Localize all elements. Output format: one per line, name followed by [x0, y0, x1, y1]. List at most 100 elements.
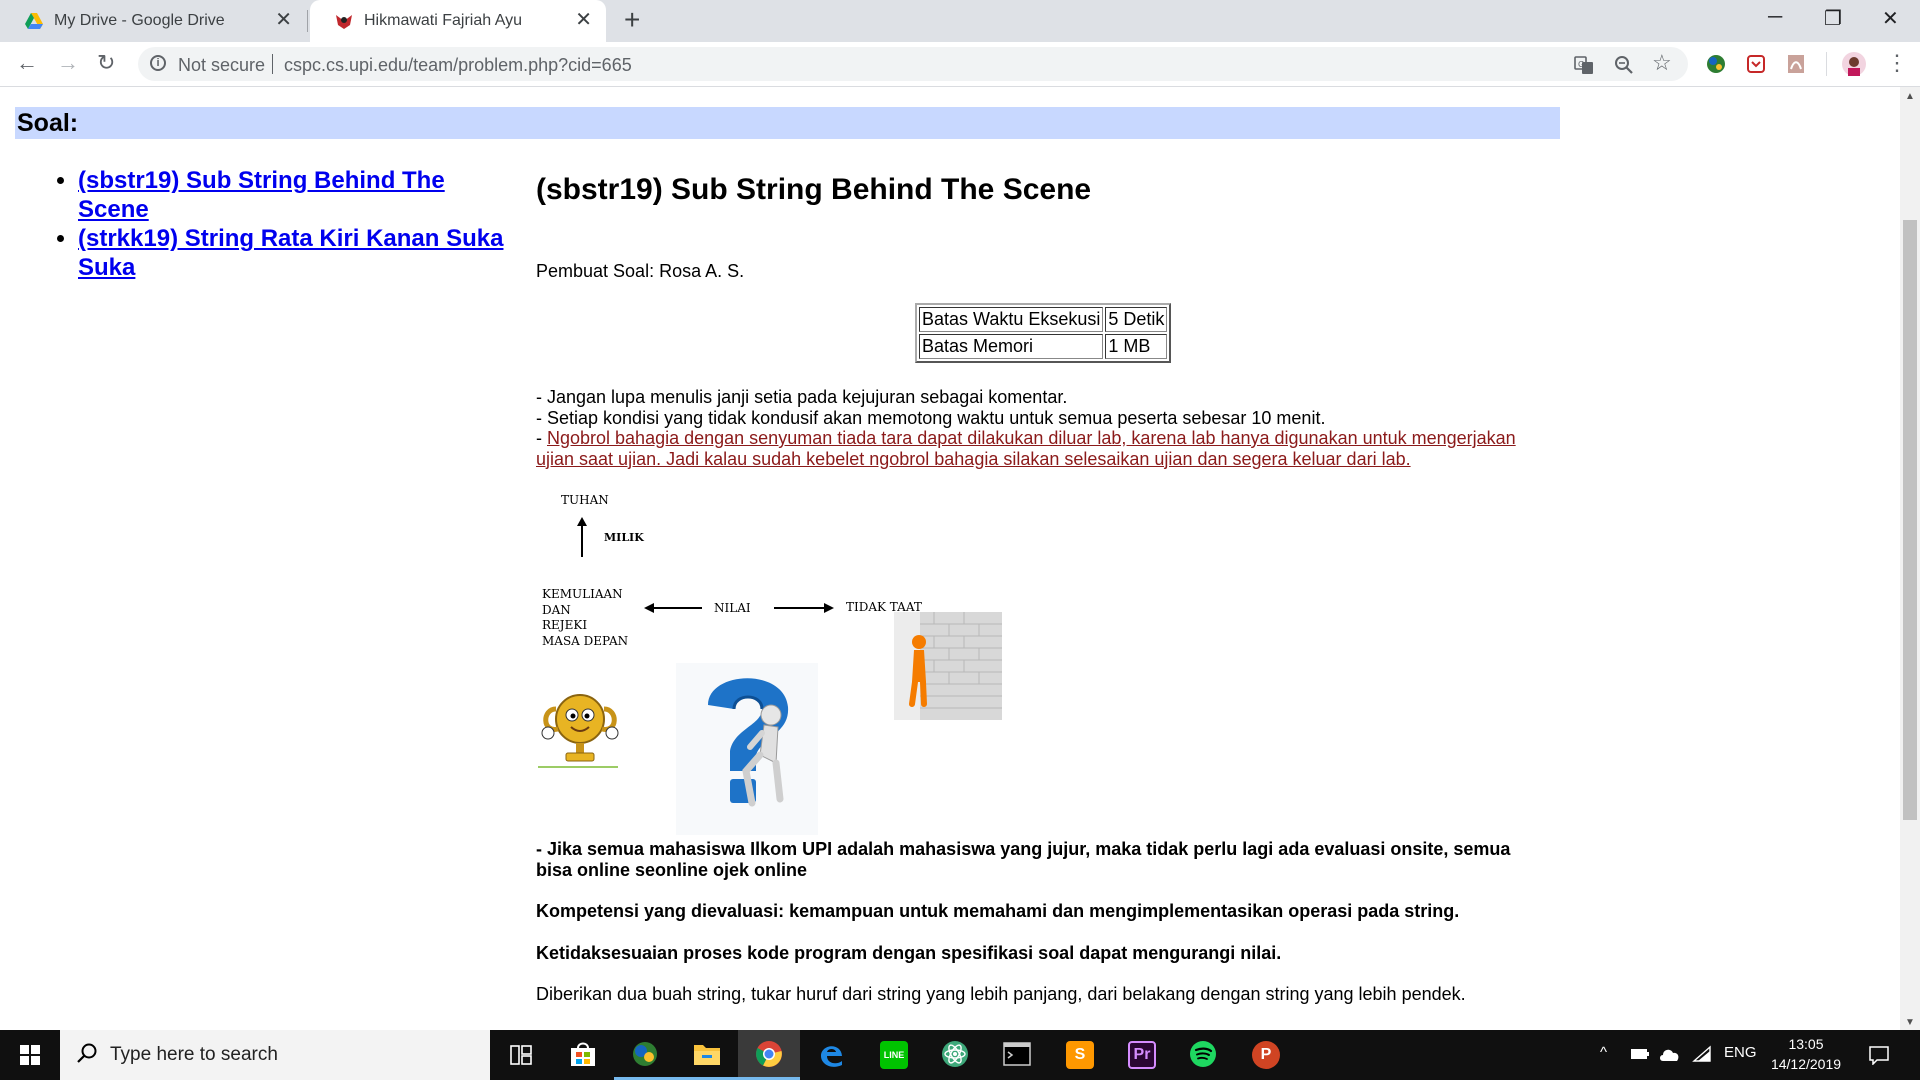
photos-icon	[633, 1042, 657, 1066]
arrow-up-icon	[577, 517, 587, 557]
taskbar-app-atom[interactable]	[924, 1030, 986, 1080]
trophy-image	[538, 694, 619, 768]
taskbar-app-chrome[interactable]	[738, 1030, 800, 1080]
values-illustration: TUHAN MILIK KEMULIAAN DAN REJEKI MASA DE…	[536, 493, 1016, 835]
soal-header-bar: Soal:	[15, 107, 1560, 139]
arrow-left-icon	[644, 603, 702, 613]
limit-label: Batas Memori	[919, 334, 1104, 359]
translate-icon[interactable]: G	[1574, 55, 1594, 75]
google-drive-icon	[25, 13, 43, 29]
spotify-icon	[1190, 1041, 1216, 1067]
line-icon: LINE	[880, 1041, 908, 1069]
taskbar-app-photos[interactable]	[614, 1030, 676, 1080]
task-view-button[interactable]	[490, 1030, 552, 1080]
paragraph-competency: Kompetensi yang dievaluasi: kemampuan un…	[536, 901, 1460, 921]
taskbar-app-sublime[interactable]: S	[1048, 1030, 1110, 1080]
forward-button[interactable]: →	[57, 51, 79, 75]
question-mark-image	[676, 663, 818, 835]
rule-link[interactable]: Ngobrol bahagia dengan senyuman tiada ta…	[536, 428, 1516, 469]
back-button[interactable]: ←	[16, 51, 38, 75]
limits-table: Batas Waktu Eksekusi 5 Detik Batas Memor…	[915, 303, 1172, 363]
language-indicator[interactable]: ENG	[1724, 1044, 1757, 1061]
arrow-right-icon	[774, 603, 834, 613]
tab-separator	[307, 10, 308, 32]
premiere-pro-icon: Pr	[1128, 1041, 1156, 1069]
reload-button[interactable]: ↻	[97, 51, 115, 75]
taskbar-app-edge[interactable]	[800, 1030, 862, 1080]
battery-icon[interactable]	[1630, 1047, 1650, 1061]
taskbar-app-store[interactable]	[552, 1030, 614, 1080]
close-window-button[interactable]: ✕	[1882, 6, 1899, 31]
limit-value: 1 MB	[1105, 334, 1168, 359]
limit-label: Batas Waktu Eksekusi	[919, 307, 1104, 332]
pdf-extension-icon[interactable]	[1786, 54, 1806, 74]
problem-link-sbstr19[interactable]: (sbstr19) Sub String Behind The Scene	[78, 167, 445, 223]
address-bar[interactable]: i Not secure cspc.cs.upi.edu/team/proble…	[138, 47, 1688, 81]
microsoft-store-icon	[571, 1042, 595, 1066]
toolbar-divider	[1826, 52, 1827, 76]
profile-avatar[interactable]	[1842, 52, 1866, 76]
diagram-text-line: REJEKI	[542, 618, 588, 632]
windows-logo-icon	[20, 1045, 40, 1065]
new-tab-button[interactable]: +	[624, 6, 640, 34]
scroll-up-icon[interactable]: ▲	[1905, 91, 1915, 102]
problem-list-item: (strkk19) String Rata Kiri Kanan Suka Su…	[78, 224, 518, 282]
pocket-extension-icon[interactable]	[1746, 54, 1766, 74]
soal-header-title: Soal:	[17, 109, 79, 137]
powerpoint-icon: P	[1252, 1041, 1280, 1069]
taskbar-app-powerpoint[interactable]: P	[1234, 1030, 1296, 1080]
browser-menu-button[interactable]: ⋮	[1886, 51, 1908, 75]
wifi-icon[interactable]	[1692, 1045, 1712, 1063]
rule-line: - Ngobrol bahagia dengan senyuman tiada …	[536, 428, 1550, 469]
close-tab-icon[interactable]: ✕	[275, 9, 292, 31]
search-icon	[77, 1043, 97, 1063]
start-button[interactable]	[0, 1030, 60, 1080]
tab-google-drive[interactable]: My Drive - Google Drive ✕	[0, 0, 308, 42]
limit-value: 5 Detik	[1105, 307, 1168, 332]
security-label[interactable]: Not secure	[178, 55, 265, 76]
page-scrollbar[interactable]: ▲ ▼	[1900, 87, 1920, 1030]
zoom-icon[interactable]	[1614, 55, 1634, 75]
onedrive-icon[interactable]	[1658, 1045, 1682, 1063]
rule-prefix: -	[536, 428, 547, 448]
omnibox-divider	[272, 54, 273, 74]
problem-list-item: (sbstr19) Sub String Behind The Scene	[78, 166, 518, 224]
tab-strip: My Drive - Google Drive ✕ Hikmawati Fajr…	[0, 0, 1920, 42]
sublime-text-icon: S	[1066, 1041, 1094, 1069]
show-hidden-icons-icon[interactable]: ^	[1600, 1044, 1607, 1061]
tab-title: My Drive - Google Drive	[54, 12, 225, 29]
bookmark-star-icon[interactable]: ☆	[1652, 50, 1672, 76]
problem-title: (sbstr19) Sub String Behind The Scene	[536, 173, 1092, 206]
minimize-button[interactable]: ─	[1768, 6, 1782, 29]
diagram-left-label: KEMULIAAN DAN REJEKI MASA DEPAN	[542, 587, 628, 649]
taskbar-app-spotify[interactable]	[1172, 1030, 1234, 1080]
table-row: Batas Waktu Eksekusi 5 Detik	[919, 307, 1168, 332]
clock-date: 14/12/2019	[1770, 1056, 1842, 1072]
restore-button[interactable]: ❐	[1824, 6, 1842, 31]
earth-extension-icon[interactable]	[1706, 54, 1726, 74]
atom-icon	[942, 1041, 968, 1067]
taskbar-search-box[interactable]: Type here to search	[60, 1030, 490, 1080]
problem-link-strkk19[interactable]: (strkk19) String Rata Kiri Kanan Suka Su…	[78, 225, 503, 281]
scroll-down-icon[interactable]: ▼	[1905, 1017, 1915, 1028]
close-tab-icon[interactable]: ✕	[575, 9, 592, 31]
taskbar-app-file-explorer[interactable]	[676, 1030, 738, 1080]
diagram-text-line: KEMULIAAN	[542, 587, 623, 601]
info-icon[interactable]: i	[150, 55, 166, 71]
table-row: Batas Memori 1 MB	[919, 334, 1168, 359]
taskbar-app-terminal[interactable]	[986, 1030, 1048, 1080]
url-text[interactable]: cspc.cs.upi.edu/team/problem.php?cid=665	[284, 55, 632, 76]
taskbar-app-line[interactable]: LINE	[862, 1030, 924, 1080]
tab-hikmawati[interactable]: Hikmawati Fajriah Ayu ✕	[310, 0, 606, 42]
notification-icon[interactable]	[1868, 1045, 1890, 1065]
paragraph-grading-note: Ketidaksesuaian proses kode program deng…	[536, 943, 1282, 963]
scrollbar-thumb[interactable]	[1903, 220, 1917, 820]
diagram-text-line: MASA DEPAN	[542, 633, 629, 648]
diagram-label-nilai: NILAI	[714, 601, 751, 615]
rules-block: - Jangan lupa menulis janji setia pada k…	[536, 387, 1550, 469]
facing-wall-image	[894, 612, 1002, 720]
problem-author: Pembuat Soal: Rosa A. S.	[536, 261, 745, 281]
taskbar-app-premiere[interactable]: Pr	[1110, 1030, 1172, 1080]
upi-logo-icon	[336, 15, 352, 29]
clock-time: 13:05	[1788, 1036, 1824, 1052]
